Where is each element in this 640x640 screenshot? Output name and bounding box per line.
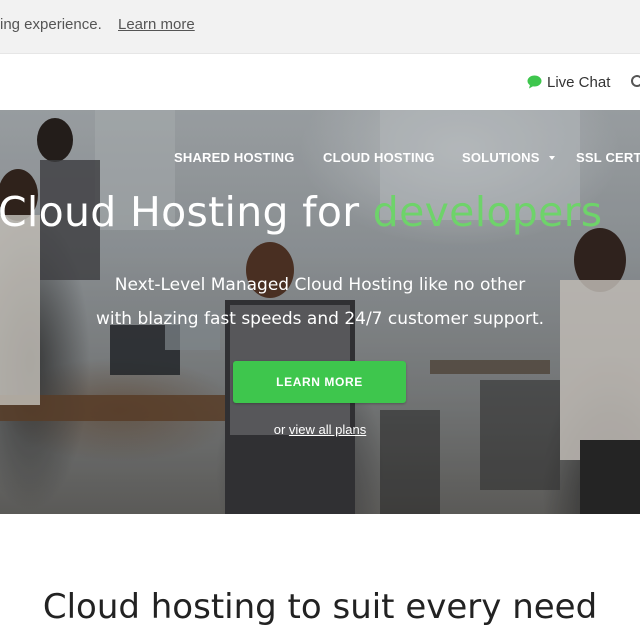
hero-subtitle-line1: Next-Level Managed Cloud Hosting like no…: [114, 275, 526, 295]
utility-bar: Live Chat: [0, 54, 640, 110]
nav-cloud-hosting[interactable]: CLOUD HOSTING: [323, 150, 435, 165]
cookie-notice-text: ing experience.: [0, 16, 102, 33]
learn-more-button[interactable]: LEARN MORE: [233, 361, 406, 403]
chat-bubble-icon: [527, 75, 542, 89]
live-chat-button[interactable]: Live Chat: [527, 72, 610, 92]
view-all-plans-link[interactable]: view all plans: [289, 422, 366, 437]
hero-heading-main: Cloud Hosting for: [0, 188, 360, 236]
hero-subtitle-line2: with blazing fast speeds and 24/7 custom…: [95, 309, 545, 329]
section-title: Cloud hosting to suit every need: [42, 587, 598, 627]
hero-section: SHARED HOSTING CLOUD HOSTING SOLUTIONS S…: [0, 110, 640, 514]
view-plans-prefix: or: [273, 422, 286, 437]
view-plans-line: or view all plans: [0, 422, 640, 437]
cookie-notice-bar: ing experience. Learn more: [0, 0, 640, 54]
hero-heading: Cloud Hosting for developers: [0, 188, 602, 236]
nav-shared-hosting[interactable]: SHARED HOSTING: [174, 150, 295, 165]
learn-more-link[interactable]: Learn more: [118, 16, 195, 33]
hero-heading-accent: developers: [372, 188, 603, 236]
chevron-down-icon: [549, 156, 555, 160]
nav-ssl-certificates[interactable]: SSL CERT: [576, 150, 640, 165]
live-chat-label: Live Chat: [547, 73, 611, 91]
nav-solutions[interactable]: SOLUTIONS: [462, 150, 540, 165]
globe-icon[interactable]: [631, 75, 640, 87]
